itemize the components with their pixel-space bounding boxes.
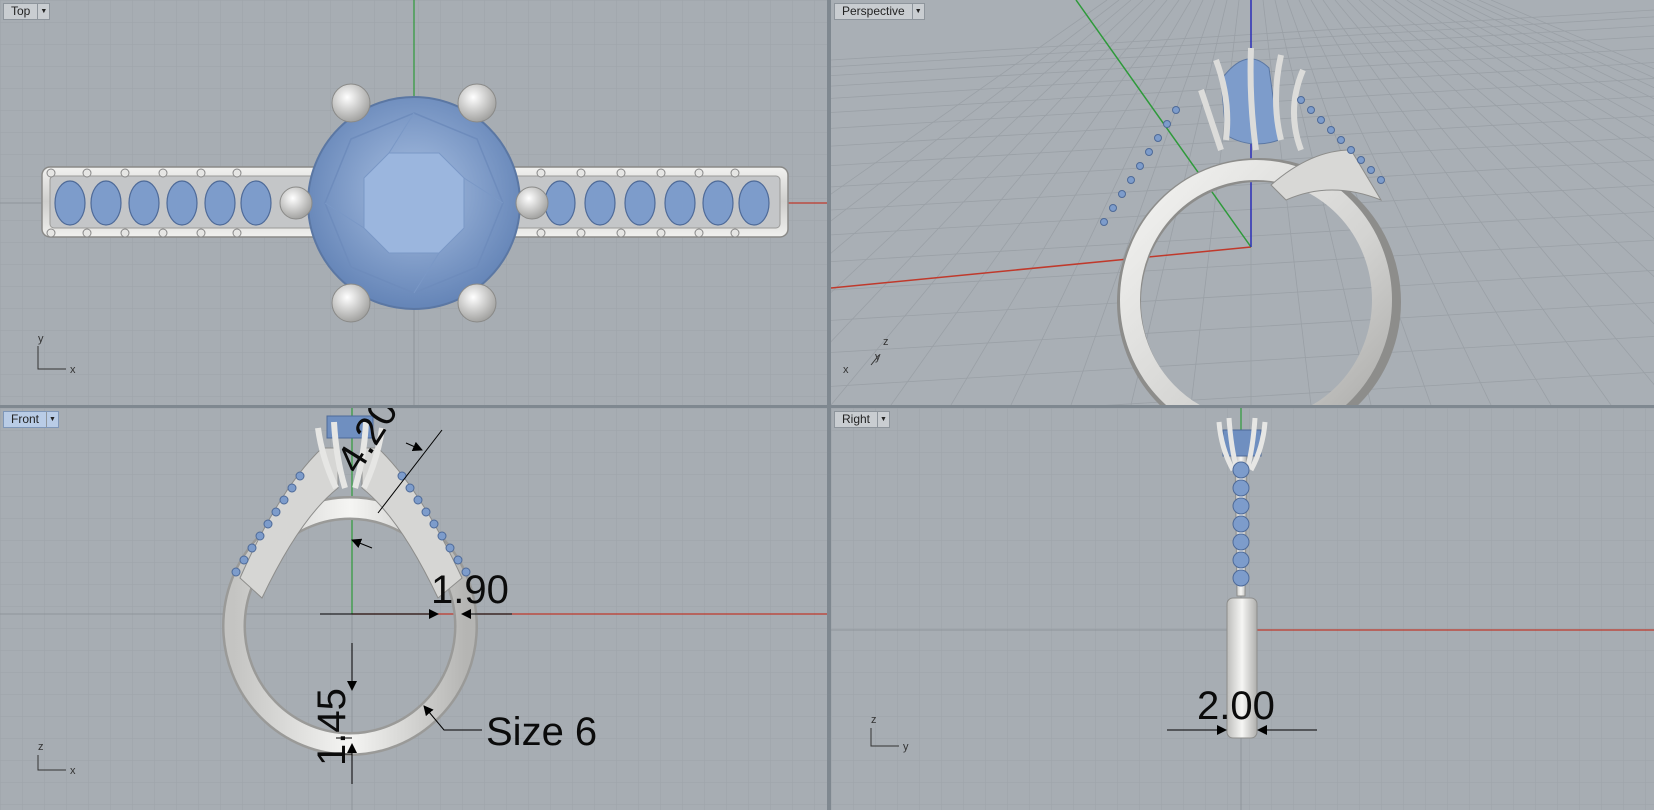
viewport-label: Perspective: [842, 4, 905, 18]
svg-text:y: y: [875, 351, 881, 363]
pave-stone: [702, 180, 734, 226]
svg-text:z: z: [883, 336, 889, 348]
pave-stone: [204, 180, 236, 226]
top-view-scene: y x: [0, 0, 827, 405]
pave-stone: [1232, 569, 1250, 587]
pave-stone: [1232, 461, 1250, 479]
dropdown-arrow-icon[interactable]: ▼: [877, 412, 889, 427]
svg-text:z: z: [38, 741, 44, 753]
ring-size-label: Size 6: [486, 710, 598, 754]
viewport-label: Top: [11, 4, 31, 18]
pave-stone: [54, 180, 86, 226]
pave-stone: [1232, 551, 1250, 569]
pave-stone: [90, 180, 122, 226]
right-view-scene: z y: [831, 408, 1654, 810]
pave-stone: [128, 180, 160, 226]
pave-stone: [1232, 533, 1250, 551]
viewport-tab-front[interactable]: Front ▼: [3, 411, 60, 428]
dropdown-arrow-icon[interactable]: ▼: [911, 4, 924, 19]
pave-stone: [1232, 515, 1250, 533]
pave-stone: [544, 180, 576, 226]
dimension-band-width: 1.90: [431, 568, 509, 612]
pave-stone: [166, 180, 198, 226]
svg-text:y: y: [903, 741, 909, 753]
viewport-label: Right: [842, 412, 871, 426]
prong: [457, 283, 497, 323]
svg-text:z: z: [871, 714, 877, 726]
svg-text:x: x: [70, 765, 76, 777]
dropdown-arrow-icon[interactable]: ▼: [37, 4, 49, 19]
pave-stone: [240, 180, 272, 226]
viewport-tab-top[interactable]: Top ▼: [3, 3, 51, 20]
front-view-scene: z x: [0, 408, 827, 810]
viewport-label: Front: [11, 412, 40, 426]
perspective-view-scene: z y x: [831, 0, 1654, 405]
prong: [331, 83, 371, 123]
pave-stone: [584, 180, 616, 226]
pave-stone: [664, 180, 696, 226]
pave-stone: [1232, 479, 1250, 497]
dimension-band-width: 2.00: [1197, 684, 1275, 728]
prong: [457, 83, 497, 123]
svg-text:y: y: [38, 333, 44, 345]
dropdown-arrow-icon[interactable]: ▼: [46, 412, 58, 427]
viewport-top[interactable]: y x Top ▼: [0, 0, 827, 405]
svg-text:x: x: [70, 364, 76, 376]
viewport-right[interactable]: z y 2.00 Right ▼: [831, 408, 1654, 810]
viewport-tab-perspective[interactable]: Perspective ▼: [834, 3, 925, 20]
svg-text:x: x: [843, 364, 849, 376]
prong: [331, 283, 371, 323]
viewport-tab-right[interactable]: Right ▼: [834, 411, 891, 428]
pave-stone: [1232, 497, 1250, 515]
viewport-front[interactable]: z x 4.20 1.90 1.45 Size 6 Front ▼: [0, 408, 827, 810]
pave-stone: [624, 180, 656, 226]
pave-stone: [738, 180, 770, 226]
dimension-band-thickness: 1.45: [310, 688, 354, 766]
viewport-perspective[interactable]: z y x Perspective ▼: [831, 0, 1654, 405]
